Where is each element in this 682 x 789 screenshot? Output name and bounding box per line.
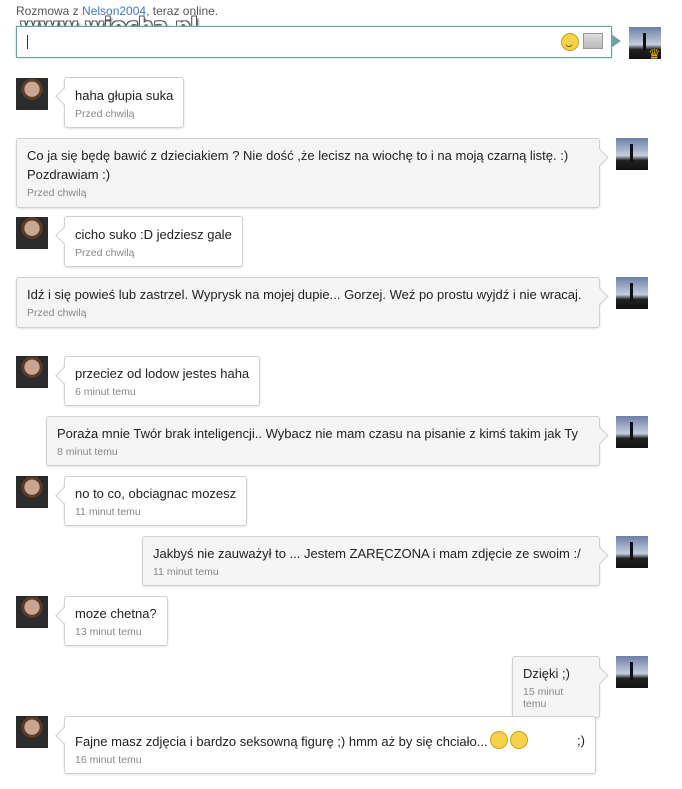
message-time: Przed chwilą xyxy=(27,187,87,199)
own-avatar xyxy=(616,656,648,688)
message-bubble: Co ja się będę bawić z dzieciakiem ? Nie… xyxy=(16,138,600,208)
message-bubble: Idź i się powieś lub zastrzel. Wyprysk n… xyxy=(16,277,600,328)
message-text: przeciez od lodow jestes haha xyxy=(75,366,250,381)
message-bubble: moze chetna? 13 minut temu xyxy=(64,596,168,646)
message-text: cicho suko :D jedziesz gale xyxy=(75,227,232,242)
own-avatar xyxy=(616,138,648,170)
image-icon[interactable] xyxy=(583,33,603,49)
message-time: 11 minut temu xyxy=(75,506,141,518)
own-avatar xyxy=(616,277,648,309)
contact-avatar xyxy=(16,217,48,249)
message-text-row: Fajne masz zdjęcia i bardzo seksowną fig… xyxy=(75,731,585,751)
message-bubble: cicho suko :D jedziesz gale Przed chwilą xyxy=(64,216,243,267)
message-text: moze chetna? xyxy=(75,606,157,621)
message-text: no to co, obciagnac mozesz xyxy=(75,486,237,501)
message-input[interactable] xyxy=(16,26,612,58)
crown-icon: ♛ xyxy=(648,46,661,62)
message-time: 13 minut temu xyxy=(75,626,142,638)
message-bubble: Jakbyś nie zauważył to ... Jestem ZARĘCZ… xyxy=(142,536,600,586)
message-time: 15 minut temu xyxy=(523,686,564,710)
message-time: 8 minut temu xyxy=(57,446,118,458)
contact-avatar xyxy=(16,356,48,388)
input-pointer xyxy=(611,34,621,48)
message-bubble: haha głupia suka Przed chwilą xyxy=(64,77,185,128)
message-time: Przed chwilą xyxy=(75,247,135,259)
contact-avatar xyxy=(16,78,48,110)
message-time: 11 minut temu xyxy=(153,566,219,578)
message-time: Przed chwilą xyxy=(27,307,87,319)
dizzy-smiley-icon xyxy=(509,731,528,749)
message-text: Idź i się powieś lub zastrzel. Wyprysk n… xyxy=(27,287,582,302)
message-text: Poraża mnie Twór brak inteligencji.. Wyb… xyxy=(57,426,579,441)
message-bubble: przeciez od lodow jestes haha 6 minut te… xyxy=(64,356,261,406)
message-bubble: Fajne masz zdjęcia i bardzo seksowną fig… xyxy=(64,716,596,774)
message-text: Fajne masz zdjęcia i bardzo seksowną fig… xyxy=(75,734,488,749)
message-bubble: Poraża mnie Twór brak inteligencji.. Wyb… xyxy=(46,416,600,466)
smiley-icon[interactable] xyxy=(561,33,579,51)
message-text-end: ;) xyxy=(577,733,585,748)
own-avatar xyxy=(616,416,648,448)
contact-avatar xyxy=(16,596,48,628)
message-bubble: Dzięki ;) 15 minut temu xyxy=(512,656,600,718)
message-bubble: no to co, obciagnac mozesz 11 minut temu xyxy=(64,476,248,526)
message-time: 6 minut temu xyxy=(75,386,136,398)
text-caret xyxy=(27,35,28,49)
message-time: Przed chwilą xyxy=(75,108,135,120)
message-text: haha głupia suka xyxy=(75,88,174,103)
own-avatar xyxy=(616,536,648,568)
smiley-icon xyxy=(489,731,508,749)
contact-avatar xyxy=(16,476,48,508)
message-text: Co ja się będę bawić z dzieciakiem ? Nie… xyxy=(27,148,569,182)
message-text: Dzięki ;) xyxy=(523,666,570,681)
contact-avatar xyxy=(16,716,48,748)
message-text: Jakbyś nie zauważył to ... Jestem ZARĘCZ… xyxy=(153,546,581,561)
message-time: 16 minut temu xyxy=(75,754,142,766)
